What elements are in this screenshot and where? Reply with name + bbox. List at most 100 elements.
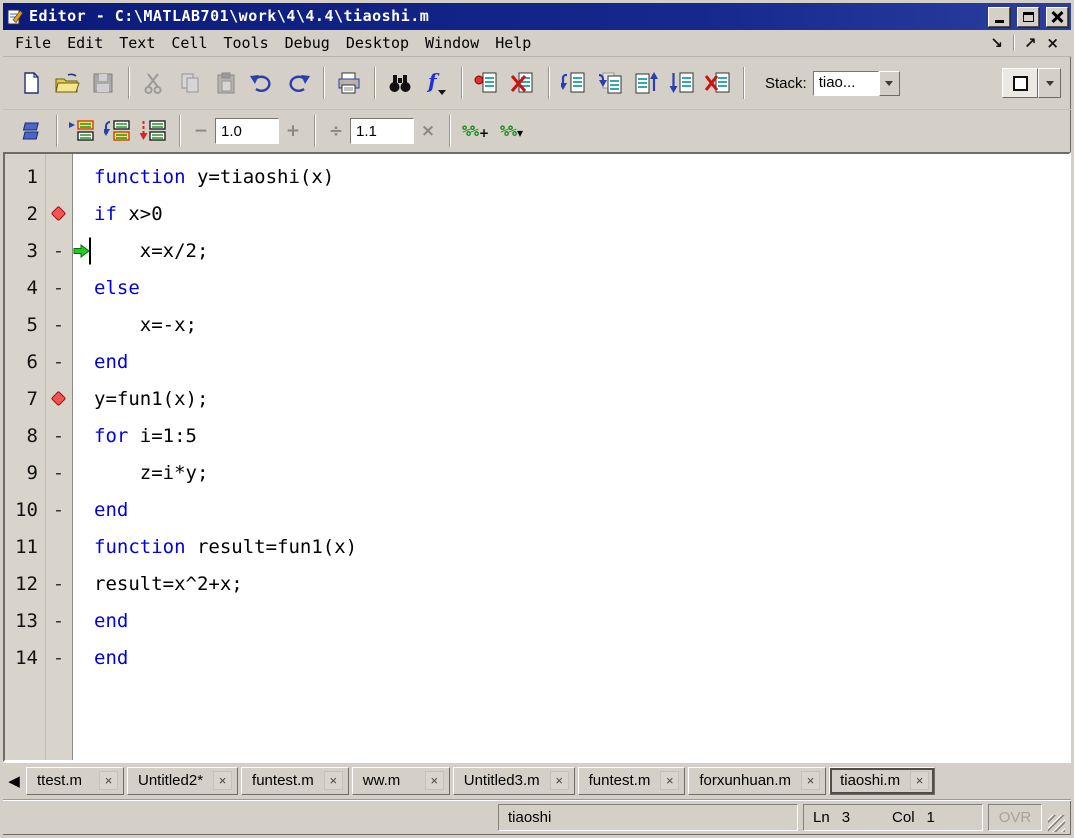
menu-tools[interactable]: Tools xyxy=(224,34,269,52)
breakpoint-gutter[interactable]: - xyxy=(45,573,72,595)
tab-ttest-m[interactable]: ttest.m× xyxy=(26,767,124,795)
breakpoint-gutter[interactable]: - xyxy=(45,314,72,336)
breakpoint-gutter[interactable]: - xyxy=(45,240,72,262)
code-text[interactable]: else xyxy=(72,277,1069,299)
line-number[interactable]: 9 xyxy=(5,462,45,484)
paste-button[interactable] xyxy=(208,65,244,101)
tab-untitled3-m[interactable]: Untitled3.m× xyxy=(453,767,575,795)
code-text[interactable]: function result=fun1(x) xyxy=(72,536,1069,558)
breakpoint-gutter[interactable]: - xyxy=(45,462,72,484)
tab-tiaoshi-m[interactable]: tiaoshi.m× xyxy=(829,767,935,795)
menu-debug[interactable]: Debug xyxy=(285,34,330,52)
maximize-button[interactable] xyxy=(1017,7,1039,27)
tab-funtest-m[interactable]: funtest.m× xyxy=(578,767,686,795)
tab-ww-m[interactable]: ww.m× xyxy=(352,767,450,795)
tab-untitled2-[interactable]: Untitled2*× xyxy=(127,767,238,795)
cell-mode-button[interactable] xyxy=(13,113,49,149)
line-number[interactable]: 14 xyxy=(5,647,45,669)
menu-text[interactable]: Text xyxy=(119,34,155,52)
minimize-button[interactable] xyxy=(988,7,1010,27)
tab-close-icon[interactable]: × xyxy=(801,771,820,790)
step-in-button[interactable] xyxy=(592,65,628,101)
tab-close-icon[interactable]: × xyxy=(324,771,343,790)
line-number[interactable]: 11 xyxy=(5,536,45,558)
menu-file[interactable]: File xyxy=(15,34,51,52)
breakpoint-gutter[interactable] xyxy=(45,208,72,219)
split-screen-dropdown-button[interactable] xyxy=(1038,68,1061,98)
decrement-value-button[interactable]: − xyxy=(187,118,215,144)
line-number[interactable]: 5 xyxy=(5,314,45,336)
code-text[interactable]: for i=1:5 xyxy=(72,425,1069,447)
breakpoint-gutter[interactable]: - xyxy=(45,610,72,632)
line-number[interactable]: 13 xyxy=(5,610,45,632)
code-text[interactable]: x=x/2; xyxy=(72,240,1069,262)
tab-scroll-left-icon[interactable]: ◀ xyxy=(5,768,23,794)
evaluate-cell-button[interactable] xyxy=(64,113,100,149)
code-text[interactable]: end xyxy=(72,351,1069,373)
cell-menu-button[interactable]: %%▾ xyxy=(493,113,529,149)
divide-value-button[interactable]: ÷ xyxy=(322,118,350,144)
line-number[interactable]: 7 xyxy=(5,388,45,410)
set-breakpoint-button[interactable] xyxy=(469,65,505,101)
insert-cell-divider-button[interactable]: %%+ xyxy=(457,113,493,149)
line-number[interactable]: 12 xyxy=(5,573,45,595)
clear-breakpoints-button[interactable] xyxy=(505,65,541,101)
code-text[interactable]: end xyxy=(72,499,1069,521)
code-text[interactable]: end xyxy=(72,610,1069,632)
tab-close-icon[interactable]: × xyxy=(99,771,118,790)
find-button[interactable] xyxy=(382,65,418,101)
factor-input[interactable] xyxy=(350,118,414,144)
tab-close-icon[interactable]: × xyxy=(213,771,232,790)
insert-function-button[interactable]: f xyxy=(418,65,454,101)
new-file-button[interactable] xyxy=(13,65,49,101)
stack-combobox[interactable]: tiao... xyxy=(813,71,900,96)
code-text[interactable]: y=fun1(x); xyxy=(72,388,1069,410)
open-file-button[interactable] xyxy=(49,65,85,101)
evaluate-cell-advance-button[interactable] xyxy=(100,113,136,149)
value-input[interactable] xyxy=(215,118,279,144)
menu-desktop[interactable]: Desktop xyxy=(346,34,409,52)
step-button[interactable] xyxy=(556,65,592,101)
increment-value-button[interactable]: + xyxy=(279,118,307,144)
evaluate-file-button[interactable] xyxy=(136,113,172,149)
code-text[interactable]: z=i*y; xyxy=(72,462,1069,484)
line-number[interactable]: 10 xyxy=(5,499,45,521)
breakpoint-gutter[interactable]: - xyxy=(45,647,72,669)
breakpoint-gutter[interactable]: - xyxy=(45,277,72,299)
line-number[interactable]: 1 xyxy=(5,166,45,188)
code-text[interactable]: x=-x; xyxy=(72,314,1069,336)
redo-button[interactable] xyxy=(280,65,316,101)
titlebar[interactable]: Editor - C:\MATLAB701\work\4\4.4\tiaoshi… xyxy=(3,3,1071,30)
continue-button[interactable] xyxy=(664,65,700,101)
breakpoint-gutter[interactable]: - xyxy=(45,425,72,447)
code-text[interactable]: if x>0 xyxy=(72,203,1069,225)
menu-help[interactable]: Help xyxy=(495,34,531,52)
breakpoint-icon[interactable] xyxy=(51,206,67,222)
code-text[interactable]: result=x^2+x; xyxy=(72,573,1069,595)
line-number[interactable]: 6 xyxy=(5,351,45,373)
exit-debug-button[interactable] xyxy=(700,65,736,101)
save-button[interactable] xyxy=(85,65,121,101)
cut-button[interactable] xyxy=(136,65,172,101)
menu-window[interactable]: Window xyxy=(425,34,479,52)
breakpoint-icon[interactable] xyxy=(51,391,67,407)
resize-grip[interactable] xyxy=(1048,815,1065,832)
menu-edit[interactable]: Edit xyxy=(67,34,103,52)
line-number[interactable]: 3 xyxy=(5,240,45,262)
dock-icon[interactable]: ↘ xyxy=(990,34,1003,52)
code-editor[interactable]: 1function y=tiaoshi(x)2if x>03- x=x/2;4-… xyxy=(3,152,1071,762)
code-text[interactable]: function y=tiaoshi(x) xyxy=(72,166,1069,188)
tab-funtest-m[interactable]: funtest.m× xyxy=(241,767,349,795)
line-number[interactable]: 4 xyxy=(5,277,45,299)
line-number[interactable]: 8 xyxy=(5,425,45,447)
tab-close-icon[interactable]: × xyxy=(550,771,569,790)
menu-cell[interactable]: Cell xyxy=(171,34,207,52)
code-text[interactable]: end xyxy=(72,647,1069,669)
split-screen-button[interactable] xyxy=(1002,68,1038,98)
tab-close-icon[interactable]: × xyxy=(910,771,929,790)
print-button[interactable] xyxy=(331,65,367,101)
close-button[interactable] xyxy=(1046,7,1068,27)
tab-close-icon[interactable]: × xyxy=(425,771,444,790)
stack-dropdown-button[interactable] xyxy=(879,71,900,96)
breakpoint-gutter[interactable]: - xyxy=(45,499,72,521)
